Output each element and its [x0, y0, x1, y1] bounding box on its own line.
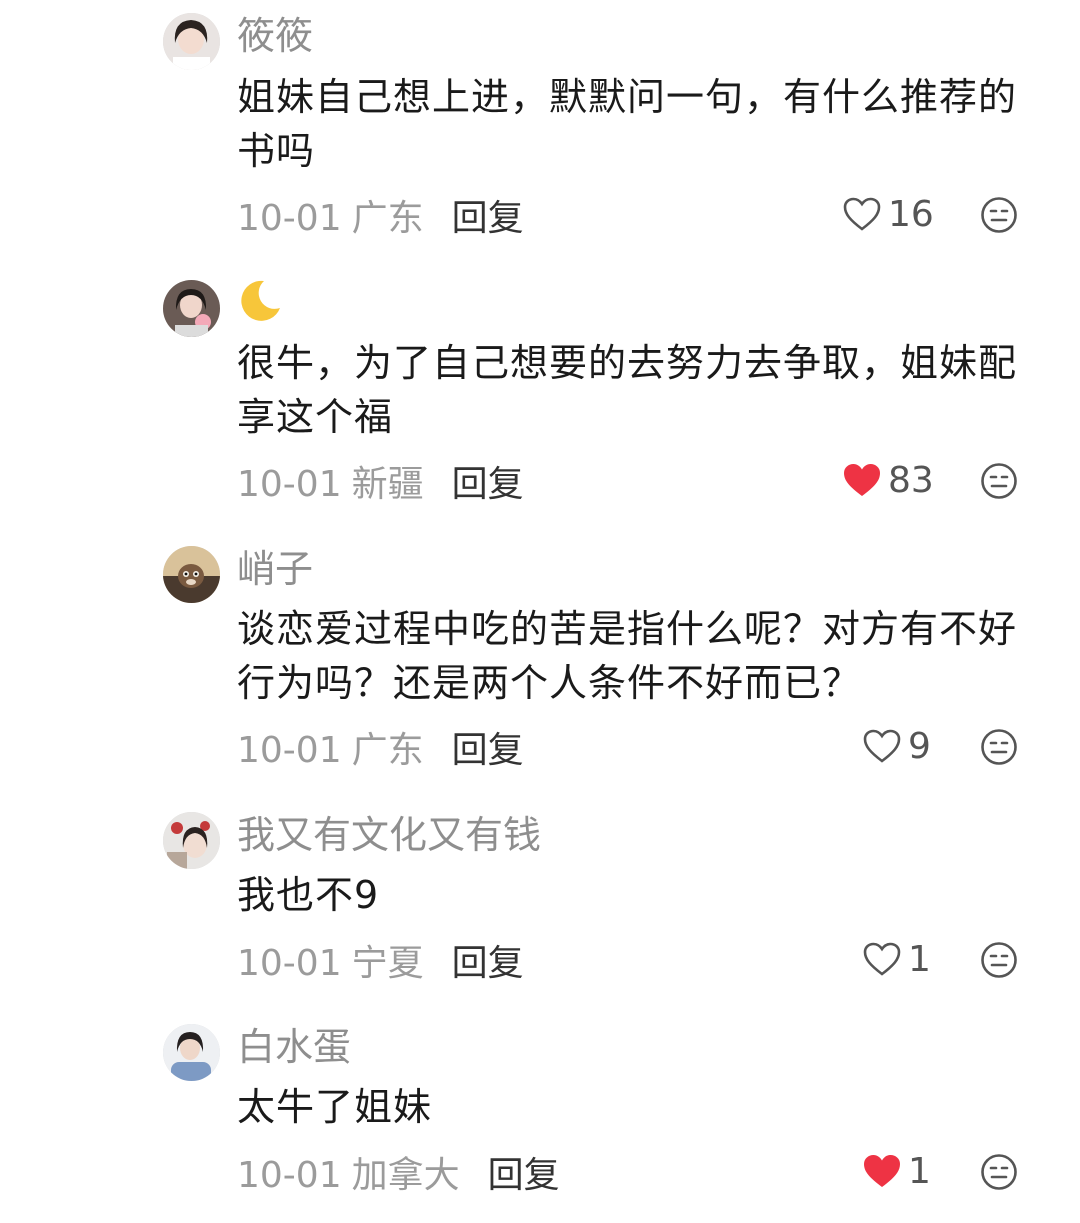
comment-text-line: 很牛，为了自己想要的去努力去争取，姐妹配 [237, 341, 1018, 385]
like-count: 16 [888, 193, 934, 235]
comment-meta: 10-01 广东 回复 [237, 197, 524, 241]
neutral-face-icon [981, 942, 1017, 978]
comment-date: 10-01 [237, 464, 342, 505]
avatar[interactable] [163, 1024, 220, 1081]
avatar[interactable] [163, 280, 220, 337]
comment-text-line: 姐妹自己想上进，默默问一句，有什么推荐的 [237, 75, 1018, 119]
comment-location: 加拿大 [351, 1155, 460, 1196]
comment-text: 我也不9 [237, 868, 1037, 922]
reply-button[interactable]: 回复 [452, 942, 524, 986]
avatar[interactable] [163, 13, 220, 70]
dislike-button[interactable] [980, 1153, 1018, 1191]
comment-date: 10-01 [237, 943, 342, 984]
reply-button[interactable]: 回复 [452, 197, 524, 241]
dislike-button[interactable] [980, 728, 1018, 766]
like-button[interactable]: 16 [842, 192, 934, 236]
like-button[interactable]: 83 [842, 458, 934, 502]
avatar[interactable] [163, 546, 220, 603]
comment-text-line: 享这个福 [237, 395, 394, 439]
neutral-face-icon [981, 1154, 1017, 1190]
comment-text-line: 我也不9 [237, 873, 380, 917]
neutral-face-icon [981, 197, 1017, 233]
reply-button[interactable]: 回复 [452, 729, 524, 773]
username[interactable]: 白水蛋 [237, 1025, 351, 1069]
comment-meta: 10-01 新疆 回复 [237, 463, 524, 507]
like-button[interactable]: 1 [862, 937, 931, 981]
comment-text: 谈恋爱过程中吃的苦是指什么呢？对方有不好 行为吗？还是两个人条件不好而已？ [237, 602, 1037, 710]
crescent-moon-icon [241, 280, 280, 321]
comment-text: 很牛，为了自己想要的去努力去争取，姐妹配 享这个福 [237, 336, 1037, 444]
like-button[interactable]: 9 [862, 724, 931, 768]
comment-text-line: 谈恋爱过程中吃的苦是指什么呢？对方有不好 [237, 607, 1018, 651]
comment-location: 新疆 [351, 464, 424, 505]
comment-meta: 10-01 广东 回复 [237, 729, 524, 773]
username[interactable]: 峭子 [237, 547, 313, 591]
heart-filled-icon [864, 1155, 900, 1187]
comment-meta: 10-01 宁夏 回复 [237, 942, 524, 986]
username[interactable]: 🌙 [237, 278, 283, 334]
like-count: 9 [908, 725, 931, 767]
like-button[interactable]: 1 [862, 1149, 931, 1193]
comment-date: 10-01 [237, 198, 342, 239]
heart-outline-icon [843, 197, 881, 231]
dislike-button[interactable] [980, 462, 1018, 500]
comment-text-line: 书吗 [237, 129, 316, 173]
comment-location: 广东 [351, 730, 424, 771]
comment-date: 10-01 [237, 730, 342, 771]
comment-text: 姐妹自己想上进，默默问一句，有什么推荐的 书吗 [237, 70, 1037, 178]
like-count: 83 [888, 459, 934, 501]
comment-text: 太牛了姐妹 [237, 1080, 1037, 1134]
dislike-button[interactable] [980, 941, 1018, 979]
avatar[interactable] [163, 812, 220, 869]
comment-meta: 10-01 加拿大 回复 [237, 1154, 560, 1198]
comment-text-line: 太牛了姐妹 [237, 1085, 433, 1129]
neutral-face-icon [981, 729, 1017, 765]
comment-date: 10-01 [237, 1155, 342, 1196]
heart-outline-icon [863, 942, 901, 976]
like-count: 1 [908, 1150, 931, 1192]
username[interactable]: 筱筱 [237, 14, 313, 58]
reply-button[interactable]: 回复 [452, 463, 524, 507]
neutral-face-icon [981, 463, 1017, 499]
heart-filled-icon [844, 464, 880, 496]
reply-button[interactable]: 回复 [488, 1154, 560, 1198]
comment-text-line: 行为吗？还是两个人条件不好而已？ [237, 661, 862, 705]
comment-location: 宁夏 [351, 943, 424, 984]
username[interactable]: 我又有文化又有钱 [237, 813, 541, 857]
comment-location: 广东 [351, 198, 424, 239]
heart-outline-icon [863, 729, 901, 763]
like-count: 1 [908, 938, 931, 980]
dislike-button[interactable] [980, 196, 1018, 234]
